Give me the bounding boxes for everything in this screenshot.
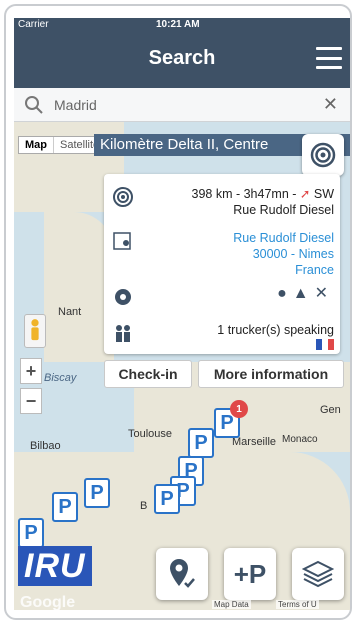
people-icon: [116, 325, 130, 342]
flag-icon: [316, 339, 334, 350]
more-info-button[interactable]: More information: [198, 360, 344, 388]
map-label-barcelona: B: [140, 500, 148, 512]
cluster-badge: 1: [230, 400, 248, 418]
service-icons: ●▲✕: [277, 286, 334, 302]
hamburger-menu-icon[interactable]: [316, 47, 342, 69]
address-line-3: France: [295, 263, 334, 277]
map-view[interactable]: Map Satellite Kilomètre Delta II, Centre…: [14, 122, 350, 610]
add-parking-icon: +P: [233, 558, 267, 589]
map-label-gen: Gen: [320, 404, 341, 416]
carrier-label: Carrier: [18, 18, 49, 30]
zoom-out-button[interactable]: −: [20, 388, 42, 414]
parking-pin[interactable]: P: [84, 478, 110, 508]
search-icon: [25, 96, 43, 114]
distance-text: 398 km - 3h47mn -: [191, 187, 300, 201]
parking-pin[interactable]: P: [188, 428, 214, 458]
map-type-map[interactable]: Map: [19, 137, 53, 153]
restaurant-icon: ✕: [314, 285, 334, 302]
status-bar: Carrier 10:21 AM: [14, 18, 350, 30]
clock: 10:21 AM: [156, 18, 200, 30]
google-logo: Google: [20, 594, 76, 610]
address-link[interactable]: Rue Rudolf Diesel 30000 - Nimes France: [233, 230, 334, 278]
page-title: Search: [148, 47, 216, 69]
checkin-button[interactable]: Check-in: [104, 360, 192, 388]
route-pin-button[interactable]: [156, 548, 208, 600]
map-label-marseille: Marseille: [232, 436, 277, 448]
street-view-pegman-icon[interactable]: [24, 314, 46, 348]
parking-pin[interactable]: P: [18, 518, 44, 548]
parking-pin[interactable]: P: [154, 484, 180, 514]
map-label-toulouse: Toulouse: [128, 428, 173, 440]
card-actions: Check-in More information: [104, 360, 344, 388]
clear-icon[interactable]: ✕: [323, 94, 338, 115]
map-data-link[interactable]: Map Data: [212, 600, 251, 609]
map-label-biscay: Biscay: [44, 372, 77, 384]
address-line-1: Rue Rudolf Diesel: [233, 231, 334, 245]
target-icon: [310, 142, 336, 168]
map-pin-icon: [113, 232, 131, 250]
place-info-card: 398 km - 3h47mn - ➚ SW Rue Rudolf Diesel…: [104, 174, 340, 354]
map-label-monaco: Monaco: [282, 434, 318, 445]
my-location-button[interactable]: [302, 134, 344, 176]
map-type-switch: Map Satellite: [18, 136, 107, 154]
add-parking-button[interactable]: +P: [224, 548, 276, 600]
direction-arrow-icon: ➚: [299, 187, 311, 201]
street-name: Rue Rudolf Diesel: [233, 203, 334, 217]
flower-icon: [115, 289, 131, 305]
map-label-bilbao: Bilbao: [30, 440, 61, 452]
direction-text: SW: [313, 187, 334, 201]
zoom-in-button[interactable]: +: [20, 358, 42, 384]
map-pin-check-icon: [170, 559, 195, 588]
terms-link[interactable]: Terms of U: [276, 600, 319, 609]
map-label-nantes: Nant: [58, 306, 82, 318]
layers-button[interactable]: [292, 548, 344, 600]
shower-icon: ●: [277, 285, 293, 302]
title-bar: Search: [14, 30, 350, 88]
toilet-icon: ▲: [292, 285, 315, 302]
target-icon: [113, 187, 133, 207]
search-input[interactable]: [54, 93, 304, 117]
truckers-text: 1 trucker(s) speaking: [217, 323, 334, 337]
parking-pin[interactable]: P: [52, 492, 78, 522]
address-line-2: 30000 - Nimes: [252, 247, 334, 261]
iru-logo: IRU: [18, 546, 92, 586]
search-bar: ✕: [14, 88, 350, 122]
layers-icon: [302, 560, 334, 588]
